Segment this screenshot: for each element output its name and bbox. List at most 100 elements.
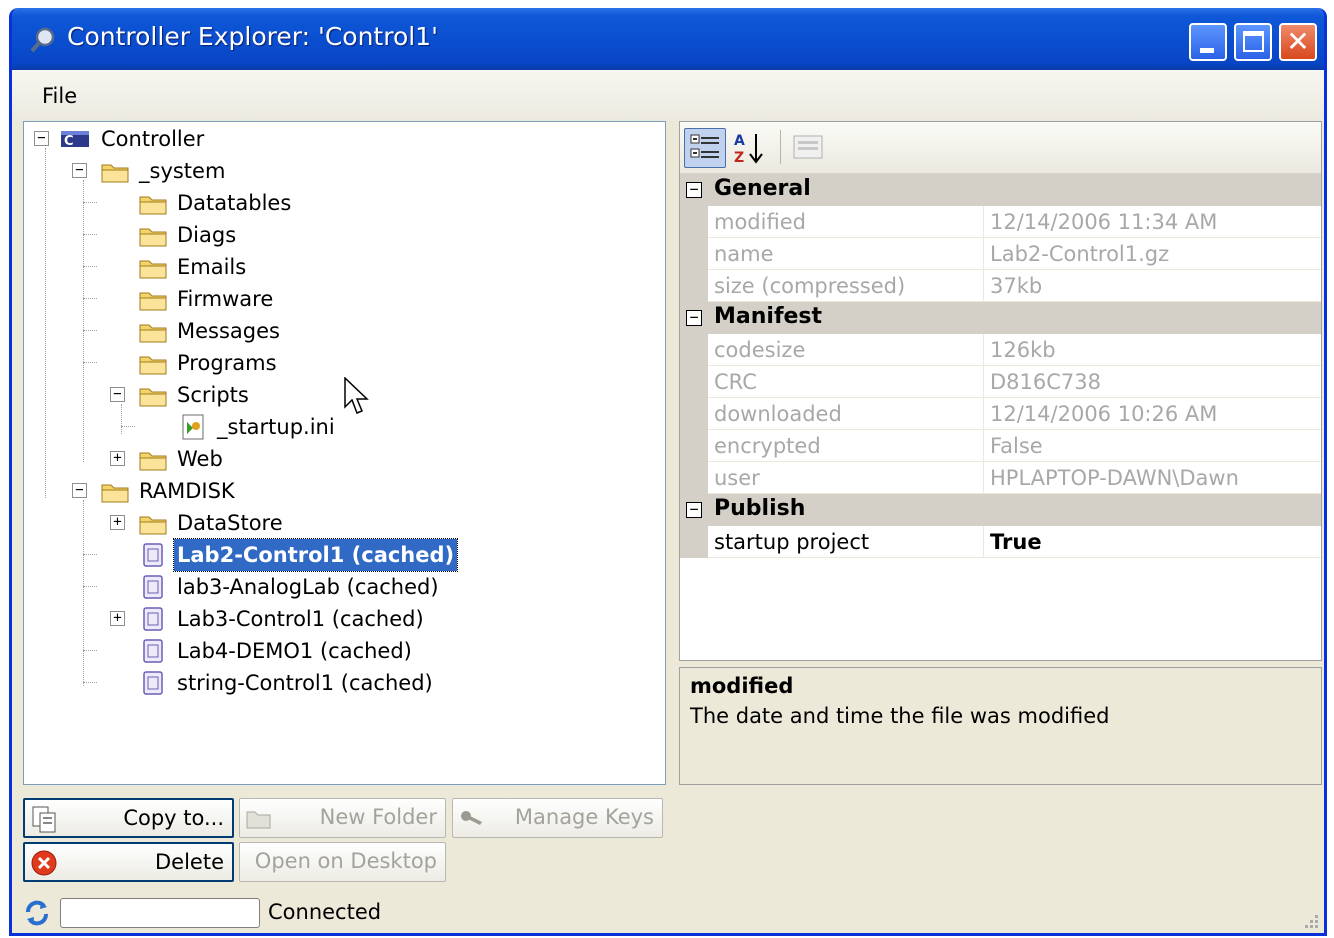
refresh-icon[interactable] [22, 898, 52, 928]
collapse-icon[interactable]: − [686, 182, 702, 198]
controller-tree[interactable]: − C Controller − _system Datatables Diag… [23, 121, 666, 785]
tree-label: _startup.ini [217, 415, 335, 439]
tree-node-project[interactable]: + Lab3-Control1 (cached) [24, 603, 464, 635]
tree-node-firmware[interactable]: Firmware [24, 283, 324, 315]
expand-icon[interactable]: + [110, 515, 125, 530]
tree-label: Firmware [177, 287, 274, 311]
tree-node-datatables[interactable]: Datatables [24, 187, 324, 219]
window-title: Controller Explorer: 'Control1' [67, 22, 438, 51]
minimize-button[interactable] [1189, 23, 1227, 61]
delete-icon [31, 850, 57, 876]
title-bar[interactable]: Controller Explorer: 'Control1' ✕ [12, 8, 1324, 70]
tree-node-startup-ini[interactable]: _startup.ini [24, 411, 344, 443]
tree-node-ramdisk[interactable]: − RAMDISK [24, 475, 324, 507]
property-value[interactable]: D816C738 [984, 366, 1321, 398]
resize-grip-icon[interactable] [1300, 912, 1320, 932]
tree-node-project[interactable]: string-Control1 (cached) [24, 667, 464, 699]
category-publish[interactable]: − Publish [680, 494, 1321, 526]
property-name: user [708, 462, 984, 494]
progress-bar [60, 898, 260, 928]
project-icon [143, 543, 163, 567]
tree-node-programs[interactable]: Programs [24, 347, 324, 379]
tree-node-project[interactable]: Lab4-DEMO1 (cached) [24, 635, 464, 667]
folder-icon [139, 452, 167, 471]
property-name: downloaded [708, 398, 984, 430]
property-row[interactable]: startup project True [680, 526, 1321, 558]
collapse-icon[interactable]: − [686, 310, 702, 326]
row-gutter [680, 238, 708, 270]
tree-node-project[interactable]: lab3-AnalogLab (cached) [24, 571, 464, 603]
row-gutter [680, 398, 708, 430]
property-row[interactable]: codesize 126kb [680, 334, 1321, 366]
magnifier-app-icon [30, 27, 55, 53]
property-row[interactable]: user HPLAPTOP-DAWN\Dawn [680, 462, 1321, 494]
collapse-icon[interactable]: − [72, 483, 87, 498]
open-on-desktop-button[interactable]: Open on Desktop [239, 842, 446, 882]
tree-node-system[interactable]: − _system [24, 155, 324, 187]
property-grid[interactable]: A Z − General modified 12/14/2006 11:34 … [679, 121, 1322, 661]
property-row[interactable]: CRC D816C738 [680, 366, 1321, 398]
property-row[interactable]: size (compressed) 37kb [680, 270, 1321, 302]
collapse-icon[interactable]: − [72, 163, 87, 178]
delete-button[interactable]: Delete [23, 842, 234, 882]
tree-node-messages[interactable]: Messages [24, 315, 324, 347]
collapse-icon[interactable]: − [686, 502, 702, 518]
copy-to-button[interactable]: Copy to... [23, 798, 234, 838]
new-folder-button[interactable]: New Folder [239, 798, 446, 838]
property-row[interactable]: encrypted False [680, 430, 1321, 462]
button-label: Manage Keys [514, 805, 654, 829]
expand-icon[interactable]: + [110, 611, 125, 626]
button-label: Copy to... [123, 806, 224, 830]
tree-node-scripts[interactable]: − Scripts [24, 379, 324, 411]
tree-node-emails[interactable]: Emails [24, 251, 324, 283]
tree-label: Messages [177, 319, 280, 343]
property-value[interactable]: True [984, 526, 1321, 558]
tree-node-diags[interactable]: Diags [24, 219, 324, 251]
mouse-cursor-icon [344, 377, 369, 414]
property-value[interactable]: 12/14/2006 10:26 AM [984, 398, 1321, 430]
collapse-icon[interactable]: − [34, 131, 49, 146]
expand-icon[interactable]: + [110, 451, 125, 466]
property-value[interactable]: False [984, 430, 1321, 462]
tree-node-controller[interactable]: − C Controller [24, 123, 324, 155]
property-value[interactable]: Lab2-Control1.gz [984, 238, 1321, 270]
tree-label: Programs [177, 351, 277, 375]
menu-bar: File [12, 70, 1324, 122]
collapse-icon[interactable]: − [110, 387, 125, 402]
property-row[interactable]: modified 12/14/2006 11:34 AM [680, 206, 1321, 238]
property-name: encrypted [708, 430, 984, 462]
categorized-button[interactable] [684, 128, 726, 168]
tree-label: Lab3-Control1 (cached) [177, 607, 424, 631]
script-file-icon [182, 414, 204, 440]
property-pages-button[interactable] [788, 128, 830, 168]
manage-keys-button[interactable]: Manage Keys [452, 798, 663, 838]
tree-label: _system [139, 159, 226, 183]
maximize-button[interactable] [1234, 23, 1272, 61]
menu-file[interactable]: File [42, 84, 77, 108]
close-button[interactable]: ✕ [1279, 23, 1317, 61]
category-general[interactable]: − General [680, 174, 1321, 206]
minimize-icon [1200, 48, 1214, 53]
property-name: codesize [708, 334, 984, 366]
tree-node-datastore[interactable]: + DataStore [24, 507, 324, 539]
property-name: size (compressed) [708, 270, 984, 302]
alphabetical-button[interactable]: A Z [730, 128, 772, 168]
tree-label: Diags [177, 223, 237, 247]
description-title: modified [690, 674, 794, 698]
tree-node-project[interactable]: Lab2-Control1 (cached) [24, 538, 464, 572]
folder-icon [139, 260, 167, 279]
property-pages-icon [793, 135, 823, 159]
tree-node-web[interactable]: + Web [24, 443, 324, 475]
property-value[interactable]: HPLAPTOP-DAWN\Dawn [984, 462, 1321, 494]
category-manifest[interactable]: − Manifest [680, 302, 1321, 334]
property-value[interactable]: 12/14/2006 11:34 AM [984, 206, 1321, 238]
status-text: Connected [268, 900, 382, 924]
property-row[interactable]: downloaded 12/14/2006 10:26 AM [680, 398, 1321, 430]
property-row[interactable]: name Lab2-Control1.gz [680, 238, 1321, 270]
categorized-icon [690, 134, 719, 158]
property-value[interactable]: 126kb [984, 334, 1321, 366]
tree-label: lab3-AnalogLab (cached) [177, 575, 439, 599]
tree-label: Web [177, 447, 223, 471]
property-value[interactable]: 37kb [984, 270, 1321, 302]
button-label: Open on Desktop [254, 849, 437, 873]
